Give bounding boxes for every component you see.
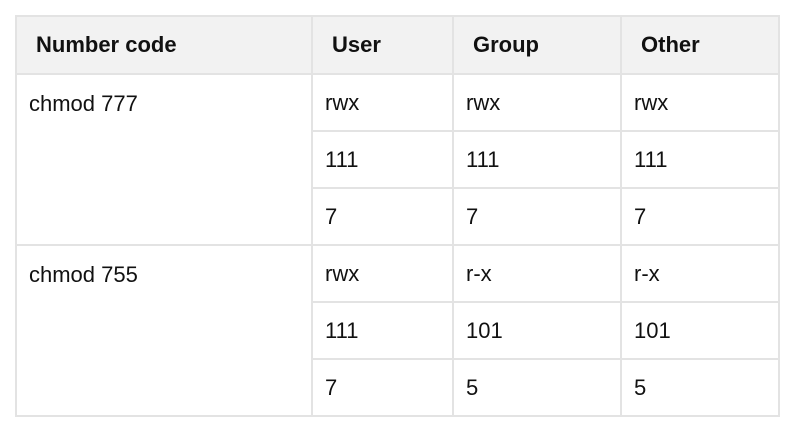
other-cell: 101: [620, 301, 780, 360]
other-cell: 5: [620, 358, 780, 417]
number-code-cell: chmod 777: [15, 73, 313, 246]
group-cell: rwx: [452, 73, 622, 132]
permissions-table: Number code User Group Other chmod 777 r…: [15, 15, 780, 417]
user-cell: 111: [311, 130, 454, 189]
header-group: Group: [452, 15, 622, 75]
other-cell: 7: [620, 187, 780, 246]
group-cell: 111: [452, 130, 622, 189]
other-cell: 111: [620, 130, 780, 189]
table-row: chmod 755 rwx r-x r-x: [15, 244, 780, 417]
group-cell: 5: [452, 358, 622, 417]
table-body: chmod 777 rwx rwx rwx 111 111 111 7 7 7 …: [15, 73, 780, 417]
user-cell: 111: [311, 301, 454, 360]
header-row: Number code User Group Other: [15, 15, 780, 75]
group-cell: r-x: [452, 244, 622, 303]
header-number-code: Number code: [15, 15, 313, 75]
group-cell: 7: [452, 187, 622, 246]
table-row: chmod 777 rwx rwx rwx: [15, 73, 780, 246]
other-cell: r-x: [620, 244, 780, 303]
group-cell: 101: [452, 301, 622, 360]
header-user: User: [311, 15, 454, 75]
number-code-cell: chmod 755: [15, 244, 313, 417]
permissions-table-container: Number code User Group Other chmod 777 r…: [15, 15, 780, 417]
user-cell: rwx: [311, 73, 454, 132]
other-cell: rwx: [620, 73, 780, 132]
user-cell: 7: [311, 187, 454, 246]
user-cell: rwx: [311, 244, 454, 303]
table-header: Number code User Group Other: [15, 15, 780, 75]
header-other: Other: [620, 15, 780, 75]
user-cell: 7: [311, 358, 454, 417]
